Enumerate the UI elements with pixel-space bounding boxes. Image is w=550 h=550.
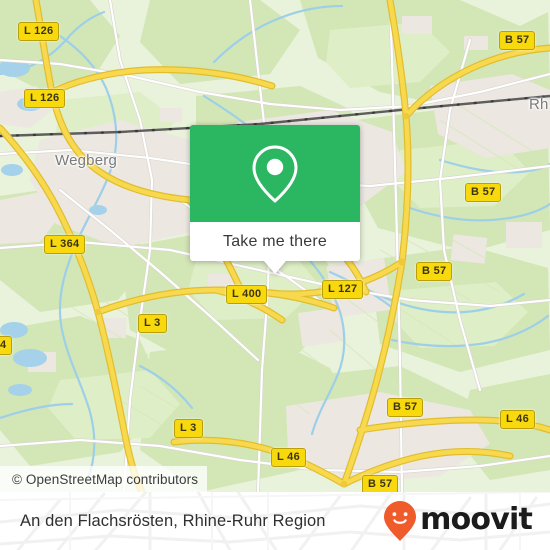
road-shield-l-400: L 400: [226, 285, 268, 304]
map-pin-icon: [252, 145, 298, 202]
moovit-smiley-pin-icon: [384, 501, 417, 541]
road-shield-b-57-mid: B 57: [416, 262, 453, 281]
map-canvas[interactable]: Wegberg Rh L 126 L 126 B 57 B 57 L 364 B…: [0, 0, 550, 492]
take-me-there-callout[interactable]: Take me there: [190, 125, 360, 274]
callout-pointer-tail: [264, 261, 286, 274]
road-shield-b-57-right: B 57: [465, 183, 502, 202]
road-shield-l-4-edge: 4: [0, 336, 13, 355]
osm-attribution[interactable]: © OpenStreetMap contributors: [0, 466, 208, 492]
road-shield-l-46-mid: L 46: [271, 448, 307, 467]
location-title: An den Flachsrösten, Rhine-Ruhr Region: [20, 511, 326, 530]
road-shield-l-46-right: L 46: [500, 410, 536, 429]
road-shield-l-126-north: L 126: [18, 22, 60, 41]
road-shield-l-126-south: L 126: [24, 89, 66, 108]
moovit-brand[interactable]: moovit: [383, 492, 533, 550]
road-shield-l-3-upper: L 3: [138, 314, 167, 333]
footer-bar: An den Flachsrösten, Rhine-Ruhr Region m…: [0, 492, 550, 550]
callout-header: [190, 125, 360, 222]
take-me-there-label: Take me there: [223, 232, 327, 250]
road-shield-l-364: L 364: [44, 235, 86, 254]
road-shield-b-57-lower: B 57: [387, 398, 424, 417]
moovit-wordmark: moovit: [420, 502, 533, 537]
road-shield-l-3-lower: L 3: [174, 419, 203, 438]
callout-action[interactable]: Take me there: [190, 222, 360, 261]
road-shield-b-57-top: B 57: [499, 31, 536, 50]
road-shield-l-127: L 127: [322, 280, 364, 299]
moovit-location-card: Wegberg Rh L 126 L 126 B 57 B 57 L 364 B…: [0, 0, 550, 550]
road-shield-b-57-bottom: B 57: [362, 475, 399, 492]
